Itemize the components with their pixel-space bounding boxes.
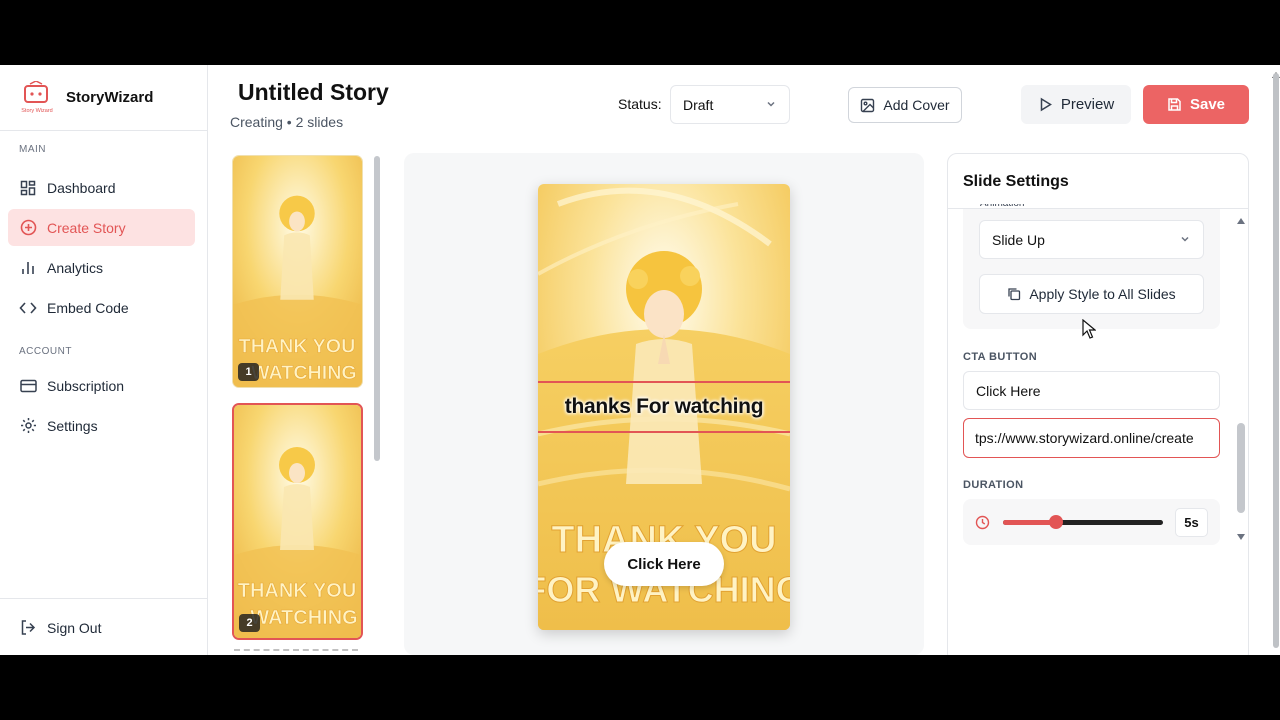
page-scrollbar[interactable] — [1272, 65, 1280, 655]
letterbox-bottom — [0, 655, 1280, 720]
play-icon — [1038, 97, 1053, 112]
slides-list: THANK YOU WATCHING 1 THANK YOU WATCHING — [208, 145, 388, 655]
code-icon — [19, 299, 37, 317]
copy-icon — [1007, 287, 1021, 301]
add-cover-label: Add Cover — [883, 97, 950, 113]
page-subtitle: Creating • 2 slides — [230, 114, 344, 130]
slide-art-image: THANK YOU WATCHING — [234, 405, 361, 638]
image-icon — [860, 98, 875, 113]
cta-section-label: CTA BUTTON — [963, 351, 1038, 363]
brand-logo-caption: Story Wizard — [21, 108, 52, 114]
duration-value: 5s — [1175, 508, 1208, 537]
slide-art-image: THANK YOU WATCHING — [233, 156, 362, 387]
preview-button[interactable]: Preview — [1021, 85, 1131, 124]
story-cta-button[interactable]: Click Here — [604, 542, 724, 586]
editor-header: Untitled Story Creating • 2 slides Statu… — [208, 65, 1274, 145]
logout-icon — [19, 619, 37, 637]
brand-name: StoryWizard — [66, 89, 154, 106]
page-title[interactable]: Untitled Story — [238, 79, 389, 106]
sidebar-item-create-story[interactable]: Create Story — [8, 209, 195, 246]
slide-number-badge: 2 — [239, 614, 260, 632]
sign-out-button[interactable]: Sign Out — [8, 609, 195, 646]
credit-card-icon — [19, 377, 37, 395]
animation-value: Slide Up — [992, 231, 1045, 248]
sidebar-item-label: Subscription — [47, 377, 125, 394]
caption-text-box[interactable]: thanks For watching — [538, 381, 790, 433]
letterbox-top — [0, 0, 1280, 65]
add-cover-button[interactable]: Add Cover — [848, 87, 962, 123]
plus-circle-icon — [19, 219, 37, 237]
mouse-cursor-icon — [1082, 318, 1097, 344]
thumb-art-text-line1: THANK YOU — [238, 580, 357, 602]
settings-scrollbar-thumb[interactable] — [1237, 423, 1245, 513]
apply-style-all-button[interactable]: Apply Style to All Slides — [979, 274, 1204, 314]
duration-control: 5s — [963, 499, 1220, 545]
sidebar-item-embed-code[interactable]: Embed Code — [8, 289, 195, 326]
save-icon — [1167, 97, 1182, 112]
chevron-down-icon — [1179, 232, 1191, 248]
sidebar: Story Wizard StoryWizard MAIN Dashboard — [0, 65, 208, 655]
page-scrollbar-thumb[interactable] — [1273, 73, 1279, 648]
sidebar-item-dashboard[interactable]: Dashboard — [8, 169, 195, 206]
sidebar-item-label: Embed Code — [47, 299, 129, 316]
sidebar-item-label: Create Story — [47, 219, 126, 236]
caption-text[interactable]: thanks For watching — [565, 395, 764, 419]
animation-select[interactable]: Slide Up — [979, 220, 1204, 259]
thumb-art-text-line2: WATCHING — [251, 362, 357, 384]
slide-thumbnail-2[interactable]: THANK YOU WATCHING 2 — [232, 403, 363, 640]
section-label-account: ACCOUNT — [19, 346, 72, 357]
sidebar-item-subscription[interactable]: Subscription — [8, 367, 195, 404]
brand[interactable]: Story Wizard StoryWizard — [0, 65, 207, 131]
dashboard-icon — [19, 179, 37, 197]
settings-scroll-up-icon[interactable] — [1236, 212, 1246, 230]
sidebar-item-label: Dashboard — [47, 179, 116, 196]
story-preview-card[interactable]: THANK YOU FOR WATCHING thanks For watchi… — [538, 184, 790, 630]
status-value: Draft — [683, 96, 714, 113]
thumb-art-text-line1: THANK YOU — [239, 335, 356, 357]
status-label: Status: — [618, 96, 662, 112]
cta-text-input[interactable]: Click Here — [963, 371, 1220, 410]
apply-style-label: Apply Style to All Slides — [1029, 286, 1176, 302]
app-window: Story Wizard StoryWizard MAIN Dashboard — [0, 65, 1280, 655]
slide-thumbnail-1[interactable]: THANK YOU WATCHING 1 — [232, 155, 363, 388]
chevron-down-icon — [765, 97, 777, 113]
bar-chart-icon — [19, 259, 37, 277]
save-button[interactable]: Save — [1143, 85, 1249, 124]
sidebar-item-label: Analytics — [47, 259, 104, 276]
duration-slider-thumb[interactable] — [1048, 515, 1063, 529]
save-label: Save — [1189, 96, 1226, 113]
status-select[interactable]: Draft — [670, 85, 790, 124]
thumb-art-text-line2: WATCHING — [250, 607, 357, 629]
sign-out-label: Sign Out — [47, 619, 102, 636]
cta-url-input[interactable]: tps://www.storywizard.online/create — [963, 418, 1220, 458]
section-label-main: MAIN — [19, 144, 46, 155]
animation-label: Animation — [980, 204, 1024, 211]
settings-title: Slide Settings — [963, 173, 1069, 190]
add-slide-placeholder[interactable] — [234, 649, 358, 651]
sidebar-item-settings[interactable]: Settings — [8, 407, 195, 444]
slides-scrollbar-thumb[interactable] — [374, 156, 380, 461]
duration-slider-fill — [1003, 520, 1056, 525]
duration-section-label: DURATION — [963, 479, 1024, 491]
sidebar-item-analytics[interactable]: Analytics — [8, 249, 195, 286]
brand-logo: Story Wizard — [18, 80, 56, 115]
slide-number-badge: 1 — [238, 363, 259, 381]
preview-label: Preview — [1060, 96, 1115, 113]
slides-scrollbar[interactable] — [373, 150, 381, 650]
sign-out-area: Sign Out — [0, 598, 207, 655]
settings-scroll-down-icon[interactable] — [1236, 528, 1246, 546]
gear-icon — [19, 417, 37, 435]
sidebar-item-label: Settings — [47, 417, 98, 434]
slide-settings-panel: Slide Settings Animation Slide Up Apply … — [947, 153, 1249, 655]
clock-icon — [975, 515, 990, 535]
